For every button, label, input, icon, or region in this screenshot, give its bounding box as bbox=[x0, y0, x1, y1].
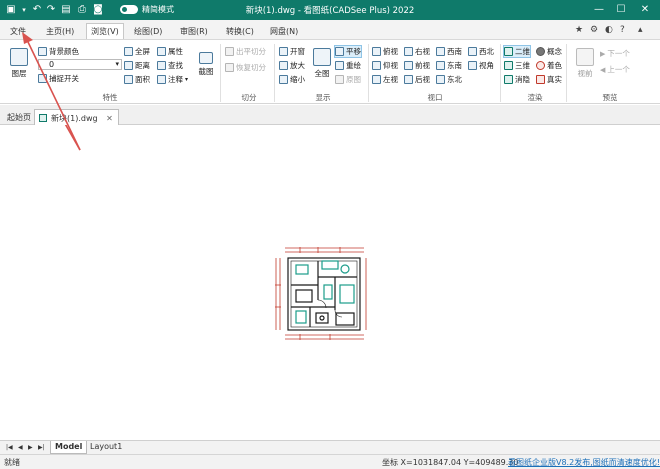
floor-plan bbox=[287, 257, 361, 331]
drawing-canvas[interactable] bbox=[0, 54, 660, 440]
sheet-tabs-bar: |◀ ◀ ▶ ▶| Model Layout1 bbox=[0, 440, 660, 454]
sheet-tab-layout1[interactable]: Layout1 bbox=[86, 441, 126, 454]
coordinates-readout: 坐标 X=1031847.04 Y=409489.30 bbox=[382, 458, 519, 467]
annotation-arrow-overlay bbox=[22, 32, 81, 151]
promo-link[interactable]: 看图纸企业版V8.2发布,图纸而清速度优化! bbox=[508, 457, 660, 468]
status-ready: 就绪 bbox=[4, 458, 20, 467]
sheet-tab-model[interactable]: Model bbox=[50, 441, 88, 454]
status-bar: 就绪 坐标 X=1031847.04 Y=409489.30 看图纸企业版V8.… bbox=[0, 454, 660, 469]
floor-plan-drawing bbox=[25, 54, 367, 340]
